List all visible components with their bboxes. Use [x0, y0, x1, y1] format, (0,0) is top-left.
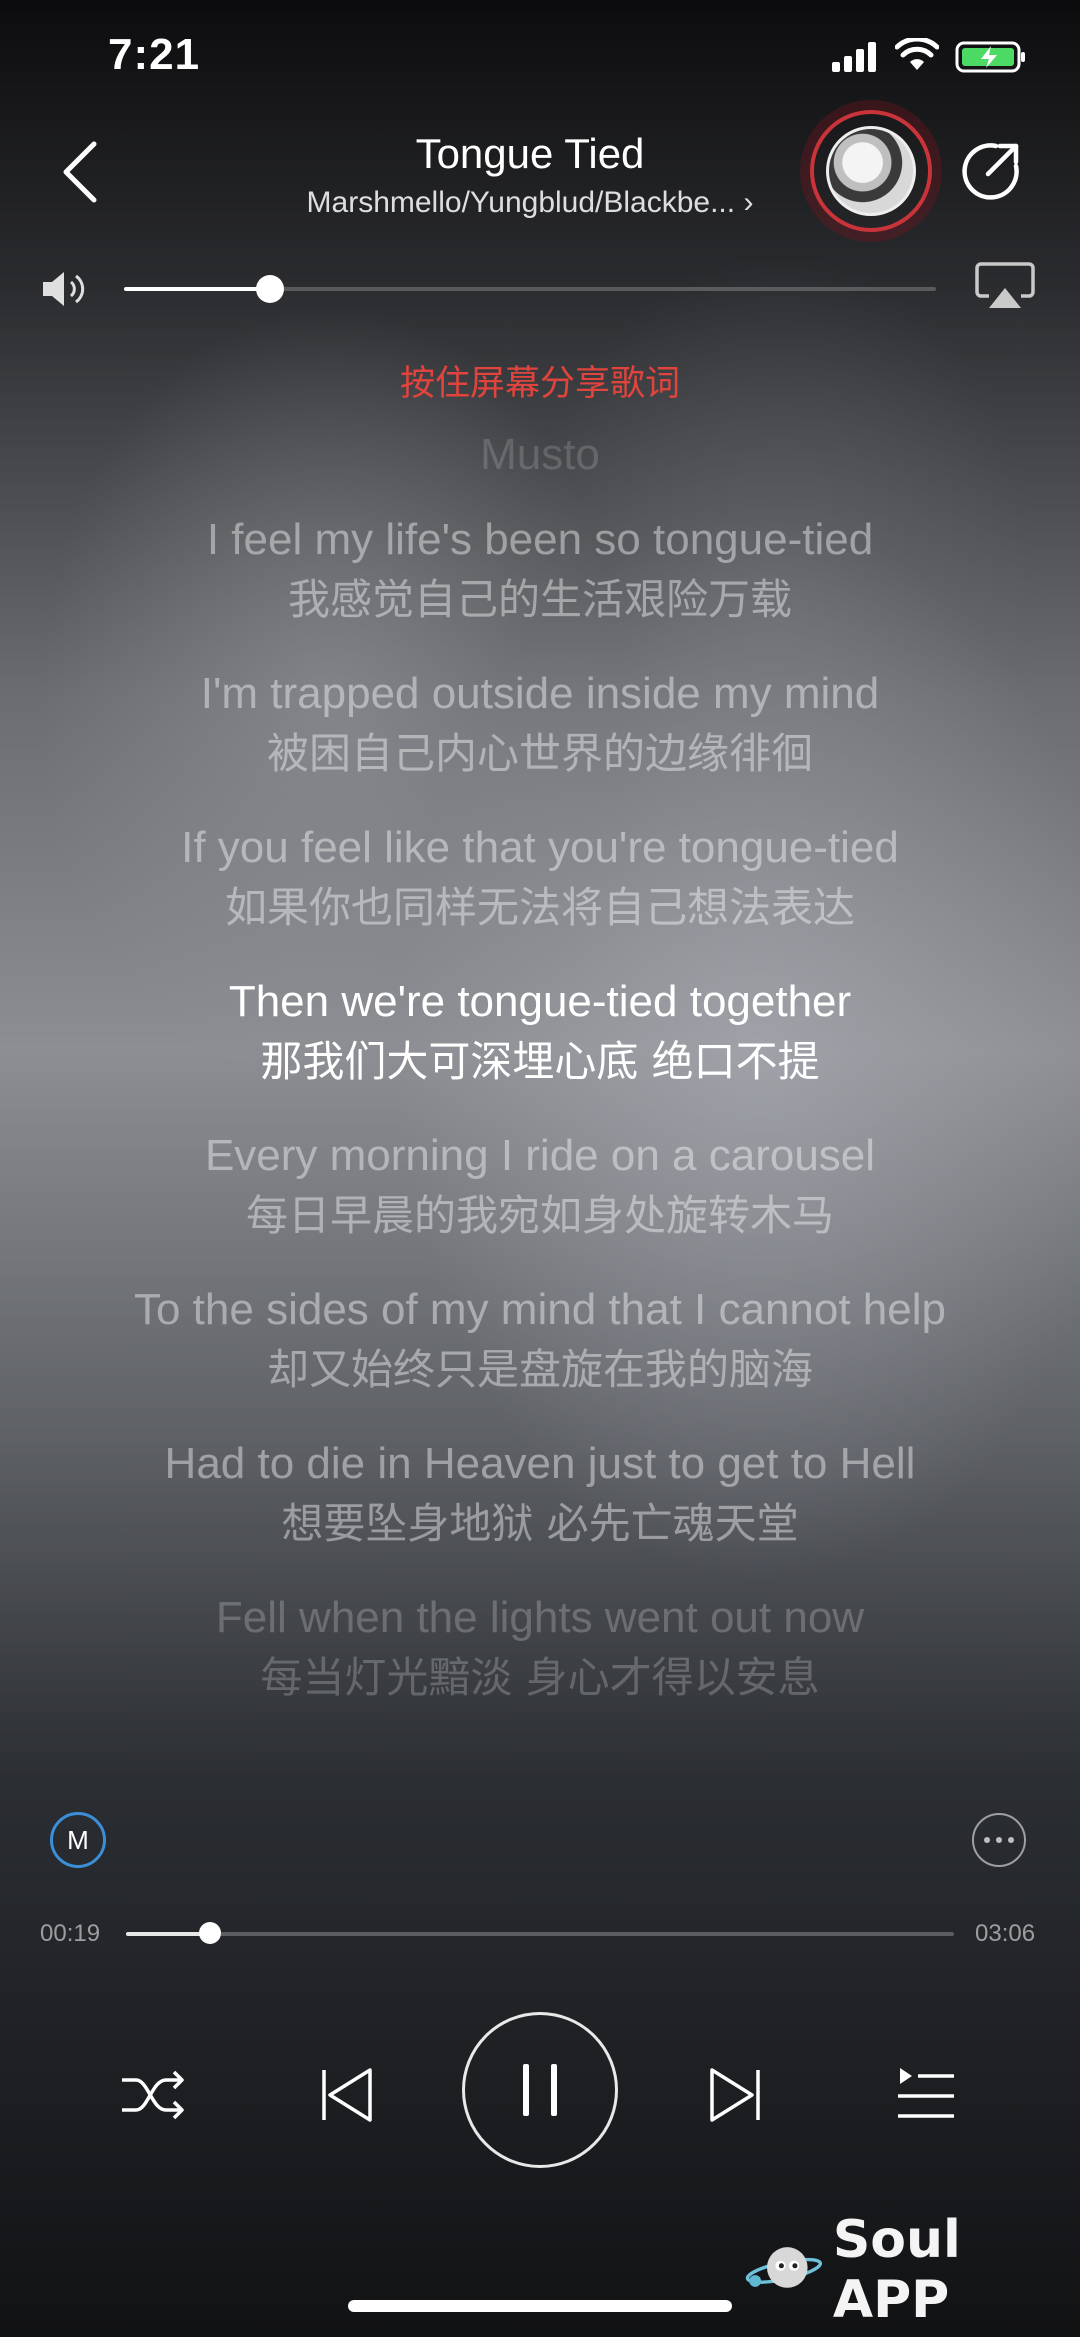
artist-name: Marshmello/Yungblud/Blackbe... — [306, 186, 736, 219]
lyric-chinese: 如果你也同样无法将自己想法表达 — [224, 883, 855, 932]
wifi-icon — [895, 38, 939, 70]
lyric-previous-line: Musto — [480, 430, 600, 479]
badge-label: M — [67, 1824, 89, 1855]
chevron-right-icon: › — [743, 186, 754, 219]
lyric-line: Fell when the lights went out now 每当灯光黯淡 … — [70, 1588, 1010, 1708]
lyrics-panel[interactable]: Musto I feel my life's been so tongue-ti… — [70, 420, 1010, 1742]
lyric-english: If you feel like that you're tongue-tied — [181, 823, 899, 872]
total-time: 03:06 — [975, 1920, 1036, 1947]
lyric-english: Every morning I ride on a carousel — [204, 1131, 876, 1180]
next-button[interactable] — [700, 2060, 770, 2130]
more-dot — [996, 1837, 1002, 1843]
previous-button[interactable] — [312, 2060, 382, 2130]
more-button[interactable] — [972, 1813, 1026, 1867]
progress-slider[interactable] — [126, 1932, 954, 1936]
playlist-button[interactable] — [890, 2060, 960, 2130]
shuffle-button[interactable] — [118, 2060, 188, 2130]
user-avatar-button[interactable] — [810, 110, 932, 232]
avatar — [826, 126, 916, 216]
lyric-line: If you feel like that you're tongue-tied… — [70, 818, 1010, 938]
more-dot — [1008, 1837, 1014, 1843]
lyric-chinese: 想要坠身地狱 必先亡魂天堂 — [281, 1499, 799, 1548]
lyric-line: Every morning I ride on a carousel 每日早晨的我… — [70, 1126, 1010, 1246]
progress-fill — [126, 1932, 211, 1936]
elapsed-time: 00:19 — [40, 1920, 101, 1947]
lyric-english: Then we're tongue-tied together — [228, 977, 852, 1026]
volume-fill — [124, 287, 271, 291]
lyric-english: I feel my life's been so tongue-tied — [206, 515, 874, 564]
lyric-chinese: 我感觉自己的生活艰险万载 — [287, 575, 792, 624]
lyric-line: To the sides of my mind that I cannot he… — [70, 1280, 1010, 1400]
speaker-icon — [43, 272, 85, 306]
lyric-line-active: Then we're tongue-tied together 那我们大可深埋心底… — [70, 972, 1010, 1092]
lyric-line: I'm trapped outside inside my mind 被困自己内心… — [70, 664, 1010, 784]
lyric-chinese: 那我们大可深埋心底 绝口不提 — [260, 1037, 820, 1086]
lyric-chinese: 却又始终只是盘旋在我的脑海 — [266, 1345, 813, 1394]
airplay-button[interactable] — [975, 262, 1035, 312]
share-lyrics-hint: 按住屏幕分享歌词 — [399, 364, 680, 403]
lyric-english: Fell when the lights went out now — [215, 1593, 865, 1642]
lyric-chinese: 每日早晨的我宛如身处旋转木马 — [245, 1191, 834, 1240]
play-pause-button[interactable] — [462, 2012, 618, 2168]
lyric-chinese: 被困自己内心世界的边缘徘徊 — [266, 729, 813, 778]
lyric-english: Had to die in Heaven just to get to Hell — [164, 1439, 916, 1488]
lyric-line: I feel my life's been so tongue-tied 我感觉自… — [70, 510, 1010, 630]
volume-knob[interactable] — [256, 275, 285, 303]
home-indicator[interactable] — [348, 2300, 732, 2312]
share-button[interactable] — [962, 140, 1022, 200]
watermark: Soul APP — [745, 2210, 1055, 2330]
more-icon — [984, 1837, 990, 1843]
status-time: 7:21 — [108, 30, 201, 79]
soul-planet-logo-icon — [745, 2247, 823, 2288]
watermark-text: Soul APP — [832, 2210, 961, 2330]
lyric-chinese: 每当灯光黯淡 身心才得以安息 — [260, 1653, 820, 1702]
lyric-english: To the sides of my mind that I cannot he… — [133, 1285, 946, 1334]
pause-icon — [523, 2064, 557, 2116]
lyric-line: Had to die in Heaven just to get to Hell… — [70, 1434, 1010, 1554]
cellular-signal-icon — [832, 42, 876, 72]
lyric-english: I'm trapped outside inside my mind — [200, 669, 880, 718]
music-badge-button[interactable]: M — [50, 1812, 106, 1868]
battery-icon — [955, 41, 1025, 73]
